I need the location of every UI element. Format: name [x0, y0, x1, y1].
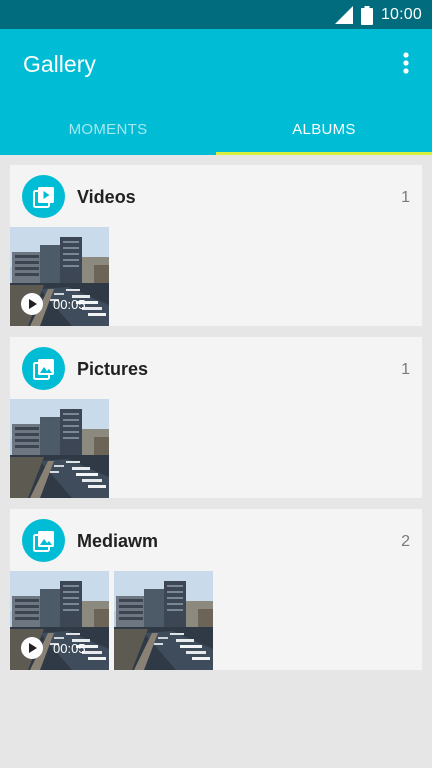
album-card-mediawm[interactable]: Mediawm 2 00:05 — [10, 509, 422, 670]
video-thumbnail[interactable]: 00:05 — [10, 571, 109, 670]
album-thumbnails: 00:05 — [10, 227, 422, 326]
album-header[interactable]: Mediawm 2 — [10, 509, 422, 571]
more-options-button[interactable] — [394, 49, 418, 77]
video-thumbnail[interactable]: 00:05 — [10, 227, 109, 326]
photo-thumbnail[interactable] — [114, 571, 213, 670]
harbor-photo — [114, 571, 213, 670]
album-header[interactable]: Pictures 1 — [10, 337, 422, 399]
album-card-pictures[interactable]: Pictures 1 — [10, 337, 422, 498]
battery-icon — [360, 5, 373, 25]
tab-moments[interactable]: MOMENTS — [0, 103, 216, 155]
app-title: Gallery — [23, 51, 96, 77]
album-title: Mediawm — [77, 531, 159, 551]
cell-signal-icon — [334, 6, 353, 24]
video-duration: 00:05 — [53, 640, 86, 656]
album-title: Pictures — [77, 359, 149, 379]
video-duration: 00:05 — [53, 296, 86, 312]
video-library-icon — [22, 175, 65, 218]
status-bar: 10:00 — [0, 0, 432, 29]
more-vert-icon — [403, 52, 409, 74]
photo-library-icon — [22, 519, 65, 562]
album-thumbnails: 00:05 — [10, 571, 422, 670]
album-card-videos[interactable]: Videos 1 00:05 — [10, 165, 422, 326]
play-icon — [21, 293, 43, 315]
app-bar: Gallery MOMENTS ALBUMS — [0, 29, 432, 155]
album-header[interactable]: Videos 1 — [10, 165, 422, 227]
album-count: 1 — [401, 189, 410, 206]
album-count: 2 — [401, 533, 410, 550]
photo-thumbnail[interactable] — [10, 399, 109, 498]
harbor-photo — [10, 399, 109, 498]
album-title: Videos — [77, 187, 136, 207]
status-time: 10:00 — [380, 6, 422, 23]
play-icon — [21, 637, 43, 659]
video-badge: 00:05 — [21, 293, 86, 315]
tab-bar: MOMENTS ALBUMS — [0, 103, 432, 155]
video-badge: 00:05 — [21, 637, 86, 659]
tab-albums[interactable]: ALBUMS — [216, 103, 432, 155]
album-thumbnails — [10, 399, 422, 498]
album-count: 1 — [401, 361, 410, 378]
photo-library-icon — [22, 347, 65, 390]
